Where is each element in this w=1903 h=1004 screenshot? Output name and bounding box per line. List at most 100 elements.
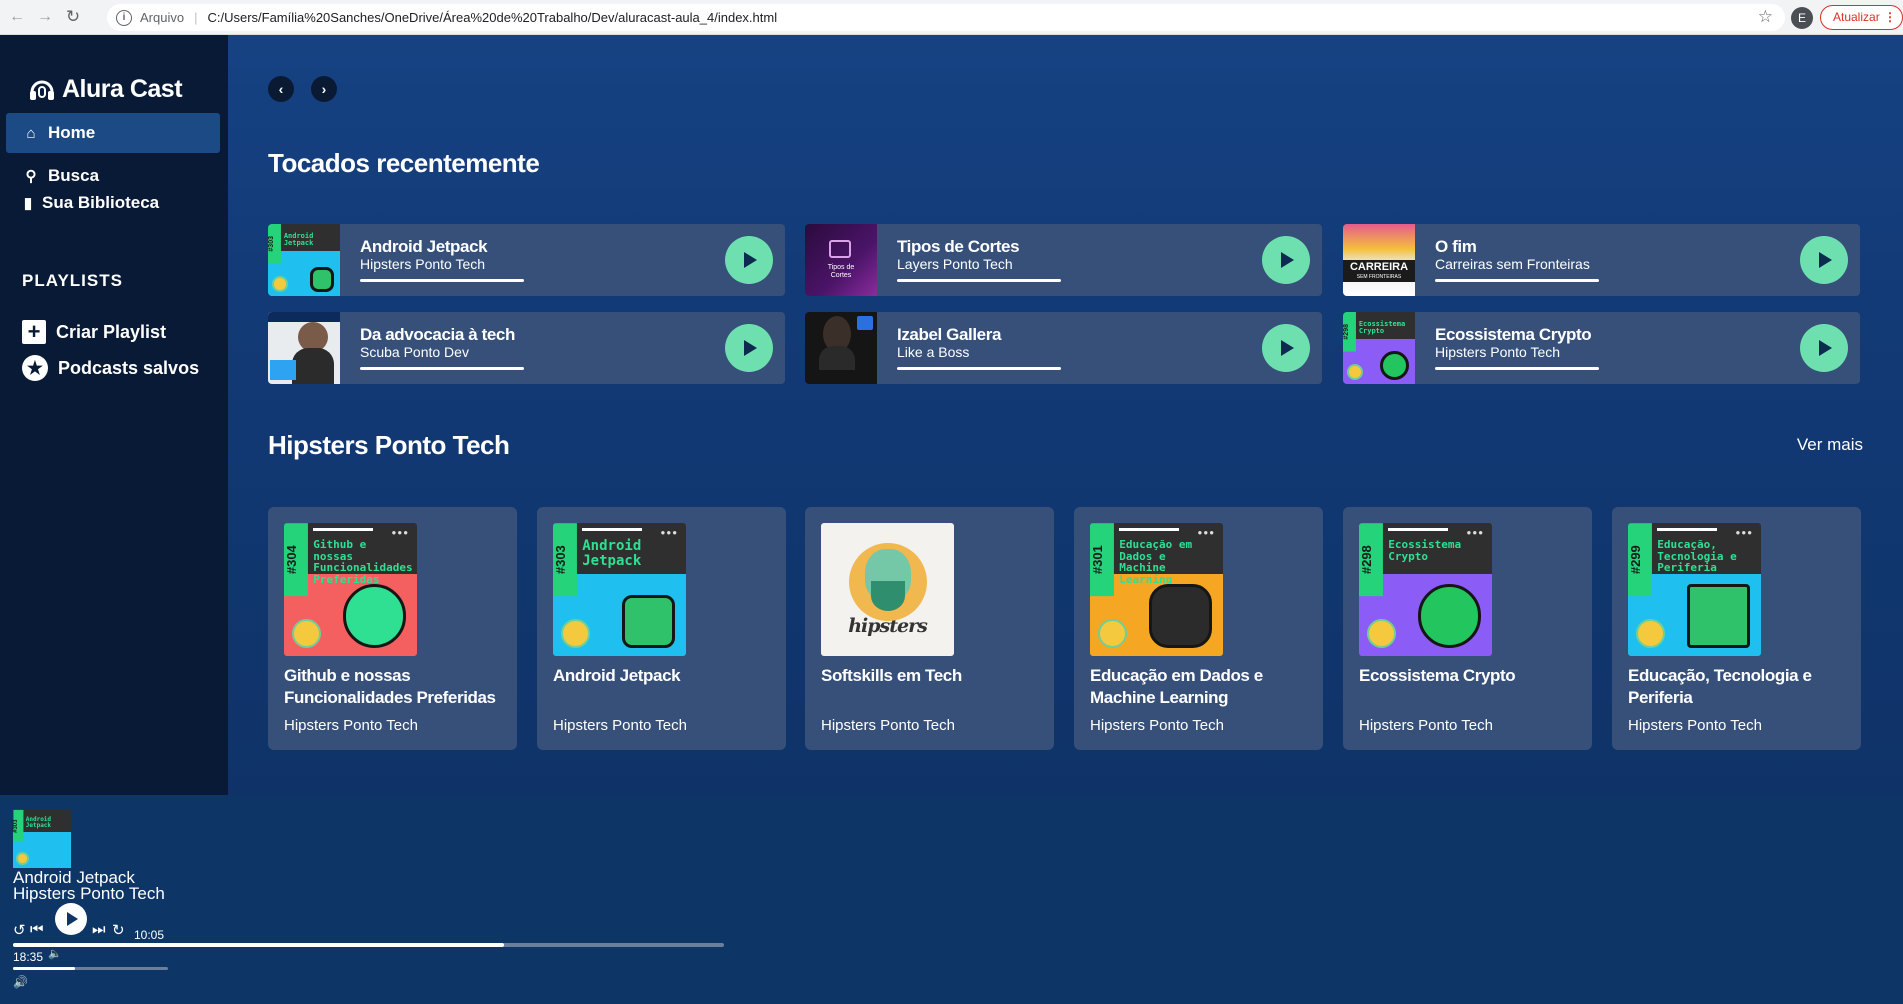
- headphones-icon: [30, 80, 54, 100]
- profile-avatar[interactable]: E: [1791, 7, 1813, 29]
- recent-title: O fim: [1435, 237, 1477, 256]
- play-button[interactable]: [725, 324, 773, 372]
- podcast-card[interactable]: #304 ●●● Github e nossas Funcionalidades…: [268, 507, 517, 750]
- cover-text: Educação em Dados e Machine Learning: [1119, 537, 1193, 586]
- progress-bar: [897, 279, 1061, 282]
- now-playing-cover: #303 Android Jetpack: [13, 810, 71, 868]
- podcast-subtitle: Hipsters Ponto Tech: [821, 717, 955, 734]
- progress-bar: [1435, 367, 1599, 370]
- hipster-face-icon: [848, 542, 927, 621]
- recent-subtitle: Carreiras sem Fronteiras: [1435, 256, 1590, 272]
- play-pause-button[interactable]: [55, 903, 87, 935]
- cover-text: Ecossistema Crypto: [1388, 537, 1462, 563]
- recent-subtitle: Hipsters Ponto Tech: [360, 256, 486, 272]
- info-icon[interactable]: i: [116, 9, 132, 26]
- cover-number: #303: [553, 523, 577, 597]
- main-content: ‹ › Tocados recentemente #303 Android Jet…: [228, 35, 1903, 795]
- podcast-title: Softskills em Tech: [821, 666, 962, 685]
- podcast-card[interactable]: #303 ●●● Android Jetpack Android Jetpack…: [537, 507, 786, 750]
- recent-title: Ecossistema Crypto: [1435, 325, 1592, 344]
- cover-image: #301 ●●● Educação em Dados e Machine Lea…: [1090, 523, 1223, 656]
- hipsters-section-title: Hipsters Ponto Tech: [268, 430, 510, 460]
- podcast-subtitle: Hipsters Ponto Tech: [1359, 717, 1493, 734]
- recent-card[interactable]: CARREIRA SEM FRONTEIRAS O fim Carreiras …: [1343, 224, 1860, 296]
- progress-fill: [13, 943, 504, 947]
- cover-image: #304 ●●● Github e nossas Funcionalidades…: [284, 523, 417, 656]
- sidebar-item-label: Sua Biblioteca: [42, 193, 160, 212]
- create-playlist-button[interactable]: + Criar Playlist: [22, 320, 166, 344]
- play-button[interactable]: [1262, 324, 1310, 372]
- home-icon: ⌂: [26, 124, 36, 142]
- update-label: Atualizar: [1833, 10, 1880, 24]
- volume-fill: [13, 967, 75, 970]
- cover-number: #298: [1359, 523, 1383, 597]
- podcast-title: Educação em Dados e Machine Learning: [1090, 666, 1263, 707]
- recent-title: Izabel Gallera: [897, 325, 1002, 344]
- cover-text: Android Jetpack: [582, 537, 642, 569]
- reload-icon[interactable]: ↻: [62, 6, 84, 28]
- player-bar: #303 Android Jetpack Android Jetpack Hips…: [0, 795, 1903, 1004]
- sidebar-item-home[interactable]: ⌂ Home: [6, 113, 220, 153]
- plus-icon: +: [22, 320, 46, 344]
- url-text[interactable]: C:/Users/Família%20Sanches/OneDrive/Área…: [207, 10, 777, 25]
- progress-bar: [360, 367, 524, 370]
- play-button[interactable]: [725, 236, 773, 284]
- rewind-icon[interactable]: ↺: [13, 921, 26, 939]
- progress-slider[interactable]: [13, 943, 724, 947]
- podcast-card[interactable]: #301 ●●● Educação em Dados e Machine Lea…: [1074, 507, 1323, 750]
- recent-card[interactable]: Izabel Gallera Like a Boss: [805, 312, 1322, 384]
- podcast-card[interactable]: hipsters Softskills em Tech Hipsters Pon…: [805, 507, 1054, 750]
- cover-image: CARREIRA SEM FRONTEIRAS: [1343, 224, 1415, 296]
- speaker-icon[interactable]: 🔊: [13, 975, 28, 989]
- star-icon: ★: [22, 355, 48, 381]
- recent-card[interactable]: Da advocacia à tech Scuba Ponto Dev: [268, 312, 785, 384]
- next-icon[interactable]: ⏭: [92, 921, 106, 938]
- cover-image: hipsters: [821, 523, 954, 656]
- sidebar-item-label: Home: [48, 123, 96, 142]
- current-time: 10:05: [134, 928, 165, 942]
- duration-time: 18:35: [13, 950, 44, 964]
- back-icon[interactable]: ←: [6, 6, 28, 28]
- play-button[interactable]: [1262, 236, 1310, 284]
- ver-mais-link[interactable]: Ver mais: [1797, 435, 1863, 455]
- forward-icon[interactable]: ↻: [112, 921, 125, 939]
- update-button[interactable]: Atualizar ⋮: [1820, 5, 1903, 30]
- podcast-card[interactable]: #299 ●●● Educação, Tecnologia e Periferi…: [1612, 507, 1861, 750]
- next-page-button[interactable]: ›: [311, 76, 337, 102]
- cover-image: Tipos de Cortes: [805, 224, 877, 296]
- recent-title: Da advocacia à tech: [360, 325, 515, 344]
- recent-subtitle: Hipsters Ponto Tech: [1435, 344, 1561, 360]
- cover-number: #301: [1090, 523, 1114, 597]
- address-bar[interactable]: i Arquivo | C:/Users/Família%20Sanches/O…: [107, 4, 1785, 31]
- podcast-title: Ecossistema Crypto: [1359, 666, 1516, 685]
- cover-image: #298 Ecossistema Crypto: [1343, 312, 1415, 384]
- volume-slider[interactable]: [13, 967, 168, 970]
- previous-page-button[interactable]: ‹: [268, 76, 294, 102]
- recent-card[interactable]: #303 Android Jetpack Android Jetpack Hips…: [268, 224, 785, 296]
- forward-icon[interactable]: →: [34, 6, 56, 28]
- cover-image: #298 ●●● Ecossistema Crypto: [1359, 523, 1492, 656]
- sidebar: Alura Cast ⌂ Home ⚲ Busca ▮ Sua Bibliote…: [0, 35, 228, 795]
- progress-bar: [360, 279, 524, 282]
- playlist-item-label: Podcasts salvos: [58, 357, 200, 378]
- cover-text: Github e nossas Funcionalidades Preferid…: [313, 537, 413, 586]
- volume-icon[interactable]: 🔈: [48, 947, 62, 960]
- logo[interactable]: Alura Cast: [28, 75, 183, 104]
- recent-card[interactable]: #298 Ecossistema Crypto Ecossistema Crypt…: [1343, 312, 1860, 384]
- bookmark-star-icon[interactable]: ☆: [1758, 7, 1773, 27]
- podcast-card[interactable]: #298 ●●● Ecossistema Crypto Ecossistema …: [1343, 507, 1592, 750]
- previous-icon[interactable]: ⏮: [30, 921, 44, 938]
- play-button[interactable]: [1800, 324, 1848, 372]
- podcast-subtitle: Hipsters Ponto Tech: [1628, 717, 1762, 734]
- saved-podcasts-button[interactable]: ★ Podcasts salvos: [22, 355, 199, 381]
- play-button[interactable]: [1800, 236, 1848, 284]
- more-icon[interactable]: ⋮: [1884, 6, 1896, 29]
- browser-toolbar: ← → ↻ i Arquivo | C:/Users/Família%20San…: [0, 0, 1903, 35]
- cover-image: #299 ●●● Educação, Tecnologia e Periferi…: [1628, 523, 1761, 656]
- recent-subtitle: Layers Ponto Tech: [897, 256, 1013, 272]
- podcast-title: Educação, Tecnologia e Periferia: [1628, 666, 1812, 707]
- sidebar-item-biblioteca[interactable]: ▮ Sua Biblioteca: [6, 183, 220, 223]
- playlists-heading: PLAYLISTS: [22, 271, 123, 290]
- recent-card[interactable]: Tipos de Cortes Tipos de Cortes Layers Po…: [805, 224, 1322, 296]
- scheme-label: Arquivo: [140, 10, 185, 25]
